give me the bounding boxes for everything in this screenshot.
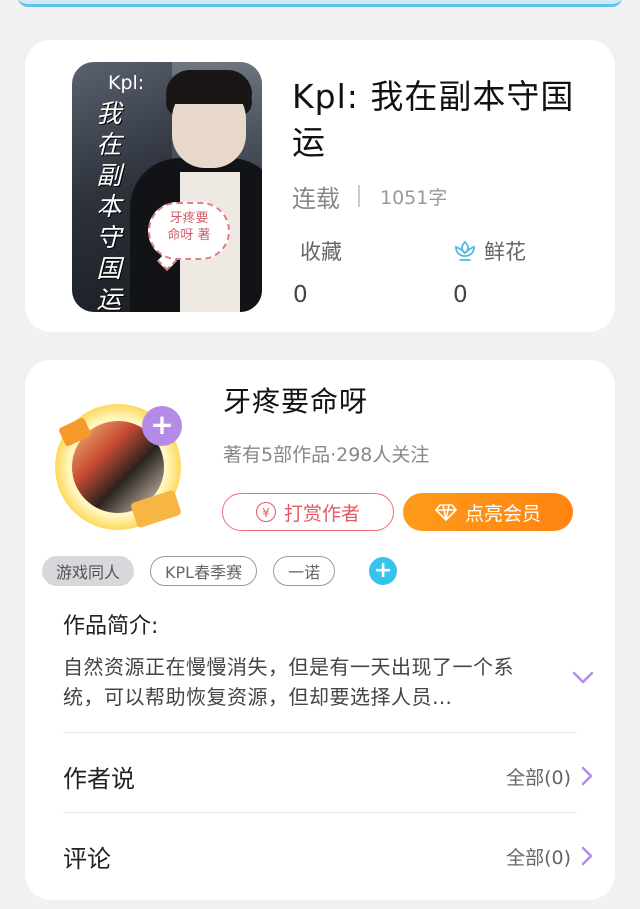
flowers-label[interactable]: 鲜花 [452,236,526,266]
diamond-icon [435,504,457,521]
comments-label: 评论 [63,844,111,873]
chevron-down-icon[interactable] [571,670,595,686]
cover-title-prefix: Kpl: [108,72,145,94]
vip-button-label: 点亮会员 [464,502,541,525]
book-word-count: 1051字 [380,186,448,209]
yen-icon: ¥ [255,502,276,522]
tag-chip[interactable]: KPL春季赛 [150,556,258,586]
author-says-count: 全部(0) [506,766,571,789]
author-stats: 著有5部作品·298人关注 [223,444,430,466]
flowers-label-text: 鲜花 [484,240,526,264]
intro-text: 自然资源正在慢慢消失，但是有一天出现了一个系统，可以帮助恢复资源，但却要选择人员… [63,655,514,709]
author-name[interactable]: 牙疼要命呀 [223,380,368,420]
book-status: 连载 [292,184,340,213]
reward-author-button[interactable]: ¥ 打赏作者 [222,493,394,531]
vip-button[interactable]: 点亮会员 [403,493,573,531]
author-says-row[interactable]: 作者说 全部(0) [63,746,593,806]
add-tag-button[interactable]: + [369,557,398,585]
comments-row[interactable]: 评论 全部(0) [63,826,593,886]
chevron-right-icon [581,846,593,866]
tag-list: 游戏同人 KPL春季赛 一诺 + [42,556,398,586]
intro-label: 作品简介: [63,614,159,639]
author-card: + 牙疼要命呀 著有5部作品·298人关注 ¥ 打赏作者 点亮会员 游戏同人 K… [25,360,615,900]
cover-figure-fringe [166,70,252,104]
flowers-count: 0 [453,282,468,308]
cover-bubble-line: 牙疼要 [169,211,209,226]
reward-button-label: 打赏作者 [283,502,360,525]
book-cover[interactable]: Kpl: 我在副本守国运 牙疼要 命呀 著 [72,62,262,312]
favorites-label-text: 收藏 [300,240,342,264]
favorites-label[interactable]: 收藏 [300,236,342,266]
cover-bubble-line: 命呀 著 [167,228,211,243]
author-says-label: 作者说 [63,764,135,793]
favorites-count: 0 [293,282,308,308]
book-title: Kpl: 我在副本守国运 [292,77,575,162]
cover-author-bubble: 牙疼要 命呀 著 [148,202,230,260]
cover-vertical-title: 我在副本守国运 [96,99,122,312]
chevron-right-icon [581,766,593,786]
flower-icon [455,240,475,261]
follow-plus-button[interactable]: + [142,406,182,446]
book-info-card: Kpl: 我在副本守国运 牙疼要 命呀 著 Kpl: 我在副本守国运 连载 10… [25,40,615,332]
divider [63,812,577,813]
tag-chip[interactable]: 一诺 [273,556,336,586]
book-meta: 连载 1051字 [292,178,447,214]
tag-chip[interactable]: 游戏同人 [42,556,135,586]
divider [63,732,577,733]
comments-count: 全部(0) [506,846,571,869]
meta-divider [358,185,360,207]
top-banner-edge [18,0,622,7]
